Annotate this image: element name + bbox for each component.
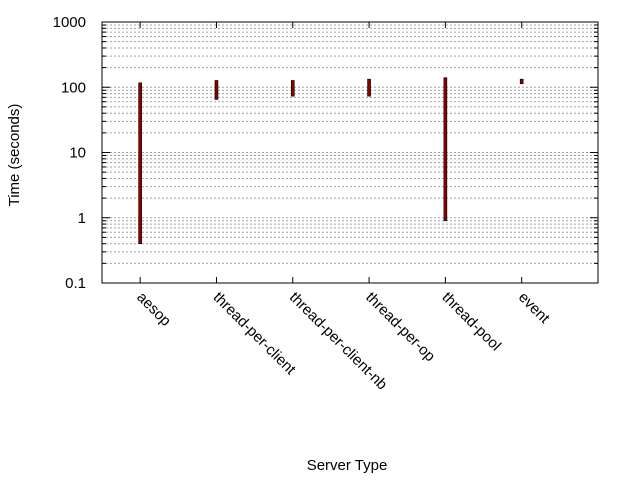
x-tick-label-aesop: aesop	[133, 289, 174, 330]
range-bars	[138, 77, 524, 245]
range-bar-thread-per-client	[214, 80, 219, 100]
x-tick-label-thread-per-op: thread-per-op	[362, 289, 438, 365]
range-bar-thread-per-client-nb	[290, 80, 295, 97]
range-bar-aesop	[138, 82, 142, 245]
x-tick-label-event: event	[515, 289, 554, 328]
x-tick-label-thread-per-client: thread-per-client	[210, 289, 300, 379]
y-tick-labels: 0.1 1 10 100 1000	[53, 14, 86, 292]
y-tick-label: 10	[69, 145, 86, 162]
y-tick-label: 1	[78, 210, 86, 227]
range-bar-thread-pool	[443, 77, 448, 222]
chart: 0.1 1 10 100 1000 aesop thread-per-client thre…	[6, 14, 599, 474]
y-tick-label: 0.1	[65, 275, 86, 292]
range-bar-thread-per-op	[367, 78, 371, 97]
x-axis-title: Server Type	[307, 457, 388, 474]
range-bar-event	[519, 78, 524, 85]
grid-lines	[102, 24, 598, 264]
x-tick-labels: aesop thread-per-clientthread-per-client-…	[133, 22, 553, 393]
y-tick-label: 1000	[53, 14, 86, 31]
y-axis-title: Time (seconds)	[6, 104, 23, 207]
y-tick-label: 100	[61, 79, 86, 96]
x-tick-label-thread-pool: thread-pool	[439, 289, 505, 355]
